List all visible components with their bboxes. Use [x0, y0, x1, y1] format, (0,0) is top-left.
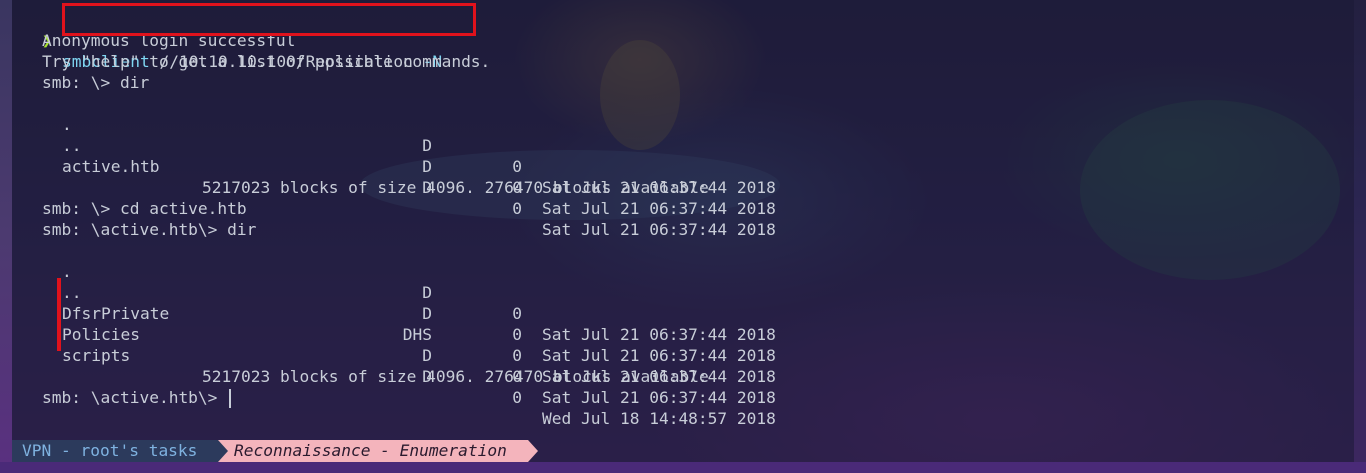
entry-date: Sat Jul 21 06:37:44 2018: [542, 346, 776, 365]
entry-size: 0: [512, 346, 522, 365]
smb-prompt-text: smb: \active.htb\>: [42, 388, 228, 407]
listing-row: scripts D 0 Wed Jul 18 14:48:57 2018: [12, 324, 812, 428]
status-session-segment[interactable]: VPN - root's tasks: [12, 440, 218, 462]
entry-date: Sat Jul 21 06:37:44 2018: [542, 220, 776, 239]
smb-prompt-current[interactable]: smb: \active.htb\>: [42, 387, 232, 408]
entry-name: active.htb: [62, 157, 160, 176]
listing-row: active.htb D 0 Sat Jul 21 06:37:44 2018: [12, 135, 812, 239]
powerline-separator-icon: [528, 440, 538, 462]
listing-row: Policies D 0 Sat Jul 21 06:37:44 2018: [12, 303, 812, 407]
entry-name: scripts: [62, 346, 131, 365]
listing-row: .. D 0 Sat Jul 21 06:37:44 2018: [12, 261, 812, 365]
entry-size: 0: [512, 157, 522, 176]
window-bottom-edge: [0, 462, 1366, 473]
output-help-hint: Try "help" to get a list of possible com…: [42, 52, 491, 71]
smb-prompt-dir: smb: \> dir: [42, 73, 150, 92]
command-highlight-box: [62, 3, 476, 36]
listing-row: . D 0 Sat Jul 21 06:37:44 2018: [12, 240, 812, 344]
text-cursor: [229, 389, 232, 408]
entry-size: 0: [512, 388, 522, 407]
entry-date: Sat Jul 21 06:37:44 2018: [542, 199, 776, 218]
listing-row: .. D 0 Sat Jul 21 06:37:44 2018: [12, 114, 812, 218]
window-left-edge: [0, 0, 12, 473]
blocks-available: 5217023 blocks of size 4096. 276470 bloc…: [202, 178, 709, 197]
powerline-separator-icon: [218, 440, 228, 462]
smb-prompt-dir: smb: \active.htb\> dir: [42, 220, 257, 239]
entry-attr: D: [422, 346, 432, 365]
entry-size: 0: [512, 199, 522, 218]
listing-row: DfsrPrivate DHS 0 Sat Jul 21 06:37:44 20…: [12, 282, 812, 386]
entry-attr: D: [422, 157, 432, 176]
listing-highlight-bar: [57, 278, 61, 351]
status-window-segment[interactable]: Reconnaissance - Enumeration: [218, 440, 528, 462]
listing-row: . D 0 Sat Jul 21 06:37:44 2018: [12, 93, 812, 197]
entry-date: Wed Jul 18 14:48:57 2018: [542, 409, 776, 428]
blocks-available: 5217023 blocks of size 4096. 276470 bloc…: [202, 367, 709, 386]
entry-date: Sat Jul 21 06:37:44 2018: [542, 388, 776, 407]
smb-prompt-cd: smb: \> cd active.htb: [42, 199, 247, 218]
terminal-window[interactable]: ❯ smbclient //10.10.10.100/Replication -…: [12, 0, 1354, 462]
